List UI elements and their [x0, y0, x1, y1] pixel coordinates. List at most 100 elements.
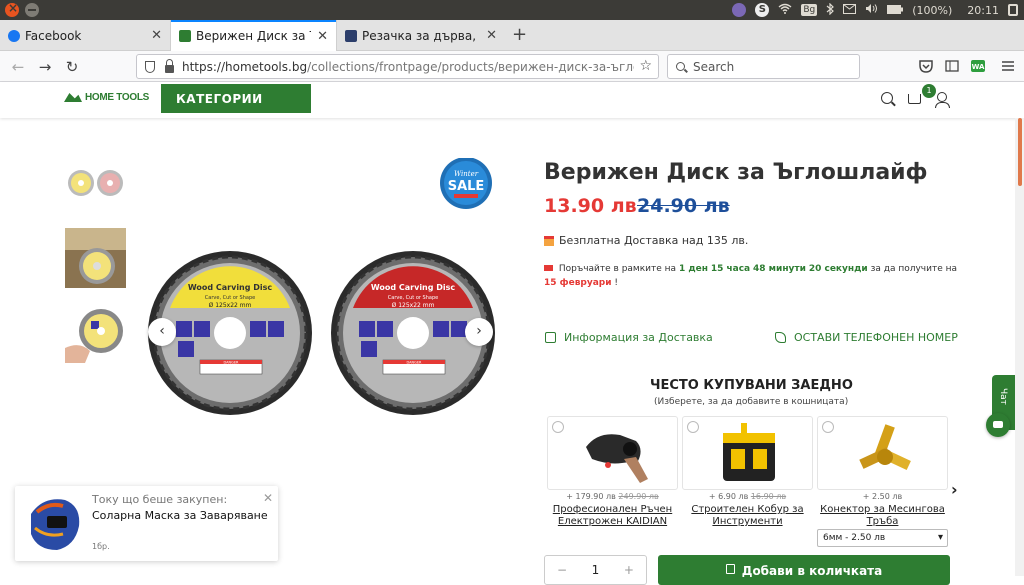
account-icon[interactable] — [935, 92, 950, 108]
os-top-bar: S Bg (100%) 20:11 — [0, 0, 1024, 20]
tab-close-icon[interactable]: ✕ — [151, 28, 162, 43]
fbt-product-card[interactable] — [547, 416, 678, 490]
gallery-thumbnail[interactable] — [65, 163, 126, 203]
tab-close-icon[interactable]: ✕ — [317, 29, 328, 44]
page-scrollbar[interactable] — [1015, 118, 1024, 576]
pocket-icon[interactable] — [919, 59, 933, 73]
fbt-variant-select[interactable]: 6мм - 2.50 лв — [817, 529, 948, 547]
add-to-cart-label: Добави в количката — [741, 564, 883, 578]
add-to-cart-button[interactable]: Добави в количката — [658, 555, 950, 585]
quantity-stepper[interactable]: − 1 + — [544, 555, 647, 585]
svg-text:DANGER: DANGER — [223, 361, 239, 365]
svg-text:Winter: Winter — [454, 170, 479, 178]
url-bar[interactable]: https://hometools.bg/collections/frontpa… — [136, 54, 659, 79]
tab-title: Facebook — [25, 28, 82, 43]
free-shipping-note: Безплатна Доставка над 135 лв. — [544, 234, 748, 247]
tool-belt-product-image — [723, 423, 775, 481]
header-search-icon[interactable] — [881, 92, 893, 104]
svg-text:SALE: SALE — [448, 179, 485, 194]
svg-text:WA: WA — [972, 63, 985, 71]
welding-mask-image — [31, 499, 80, 550]
facebook-favicon-icon — [8, 29, 20, 42]
quantity-decrease-button[interactable]: − — [557, 563, 567, 577]
tab-facebook[interactable]: Facebook ✕ — [0, 20, 170, 51]
window-close-button[interactable] — [5, 1, 19, 17]
fbt-item-price: + 179.90 лв 249.90 лв — [566, 492, 659, 501]
svg-text:Ø 125x22 mm: Ø 125x22 mm — [392, 302, 435, 309]
search-input[interactable]: Search — [667, 54, 860, 79]
brass-connector-product-image — [859, 424, 911, 471]
fbt-product-card[interactable] — [682, 416, 813, 490]
delivery-info-label: Информация за Доставка — [564, 331, 713, 344]
delivery-info-link[interactable]: Информация за Доставка — [545, 331, 713, 344]
gallery-prev-button[interactable]: ‹ — [148, 318, 176, 346]
svg-text:DANGER: DANGER — [406, 361, 422, 365]
fbt-item-name-link[interactable]: Конектор за Месингова Тръба — [815, 504, 950, 528]
reload-icon[interactable]: ↻ — [61, 56, 83, 78]
callback-request-link[interactable]: ОСТАВИ ТЕЛЕФОНЕН НОМЕР — [775, 331, 958, 344]
fbt-subtitle: (Изберете, за да добавите в кошницата) — [654, 397, 849, 407]
popup-product-name[interactable]: Соларна Маска за Заваряване — [92, 509, 268, 522]
quantity-increase-button[interactable]: + — [624, 563, 634, 577]
chat-bubble-icon[interactable] — [986, 413, 1010, 437]
forward-arrow-icon[interactable]: → — [34, 56, 56, 78]
logo-text: HOME TOOLS — [85, 92, 150, 103]
product-title: Верижен Диск за Ъглошлайф — [544, 160, 928, 185]
bluetooth-icon[interactable] — [826, 2, 835, 18]
shipping-text: Безплатна Доставка над 135 лв. — [559, 234, 749, 247]
bag-icon — [725, 564, 735, 574]
new-tab-plus-icon[interactable]: + — [512, 24, 527, 45]
chat-label: Чат — [998, 388, 1008, 405]
battery-icon[interactable] — [887, 4, 904, 17]
browser-tab-strip: Facebook ✕ Верижен Диск за Ъглошлайф ✕ Р… — [0, 20, 1024, 52]
svg-text:Ø 125x22 mm: Ø 125x22 mm — [209, 302, 252, 309]
wifi-icon[interactable] — [778, 3, 792, 17]
lock-icon[interactable] — [165, 58, 174, 73]
main-product-image[interactable]: Winter SALE Wood Carving Disc Carve, Cut… — [148, 158, 498, 428]
tab-close-icon[interactable]: ✕ — [486, 28, 497, 43]
categories-button[interactable]: КАТЕГОРИИ — [161, 84, 311, 113]
volume-icon[interactable] — [865, 3, 878, 17]
search-icon — [676, 62, 685, 71]
bookmark-star-icon[interactable]: ☆ — [639, 58, 652, 74]
cart-icon[interactable] — [908, 94, 921, 104]
site-logo[interactable]: HOME TOOLS — [64, 92, 149, 103]
fbt-select-checkbox[interactable] — [687, 421, 699, 433]
fbt-next-chevron-icon[interactable]: › — [951, 480, 958, 499]
callback-label: ОСТАВИ ТЕЛЕФОНЕН НОМЕР — [794, 331, 958, 344]
keyboard-layout-indicator[interactable]: Bg — [801, 4, 818, 16]
fbt-item-name-link[interactable]: Строителен Кобур за Инструменти — [680, 504, 815, 528]
tracking-shield-icon[interactable] — [145, 60, 155, 73]
fbt-product-card[interactable] — [817, 416, 948, 490]
menu-hamburger-icon[interactable] — [1001, 59, 1015, 73]
skype-icon[interactable]: S — [755, 3, 770, 17]
window-minimize-button[interactable] — [25, 3, 39, 17]
tab-wood-cutter[interactable]: Резачка за дърва, марка ✕ — [337, 20, 505, 51]
popup-close-icon[interactable]: ✕ — [263, 491, 273, 505]
library-icon[interactable] — [945, 59, 959, 73]
gift-icon — [544, 235, 554, 246]
tab-product[interactable]: Верижен Диск за Ъглошлайф ✕ — [170, 20, 337, 52]
recent-purchase-popup[interactable]: Току що беше закупен: Соларна Маска за З… — [15, 486, 278, 561]
gallery-thumbnail[interactable] — [65, 303, 126, 363]
back-arrow-icon[interactable]: ← — [7, 56, 29, 78]
tab-title: Верижен Диск за Ъглошлайф — [196, 29, 311, 43]
system-tray: S Bg (100%) 20:11 — [732, 0, 1018, 20]
fbt-select-checkbox[interactable] — [822, 421, 834, 433]
quantity-value[interactable]: 1 — [592, 563, 600, 577]
fbt-item-name-link[interactable]: Професионален Ръчен Електрожен KAIDIAN — [545, 504, 680, 528]
fbt-select-checkbox[interactable] — [552, 421, 564, 433]
power-icon[interactable] — [1008, 4, 1018, 16]
fbt-item-price: + 2.50 лв — [862, 492, 903, 501]
welder-product-image — [586, 434, 648, 483]
product-price: 13.90 лв — [544, 195, 637, 217]
battery-percentage: (100%) — [912, 3, 953, 17]
truck-icon — [544, 265, 553, 271]
page-scrollbar-thumb[interactable] — [1018, 118, 1022, 186]
gallery-thumbnail[interactable] — [65, 228, 126, 288]
clock[interactable]: 20:11 — [967, 4, 999, 17]
viber-icon[interactable] — [732, 3, 747, 17]
extension-wa-icon[interactable]: WA — [971, 59, 985, 73]
mail-icon[interactable] — [843, 3, 857, 17]
gallery-next-button[interactable]: › — [465, 318, 493, 346]
